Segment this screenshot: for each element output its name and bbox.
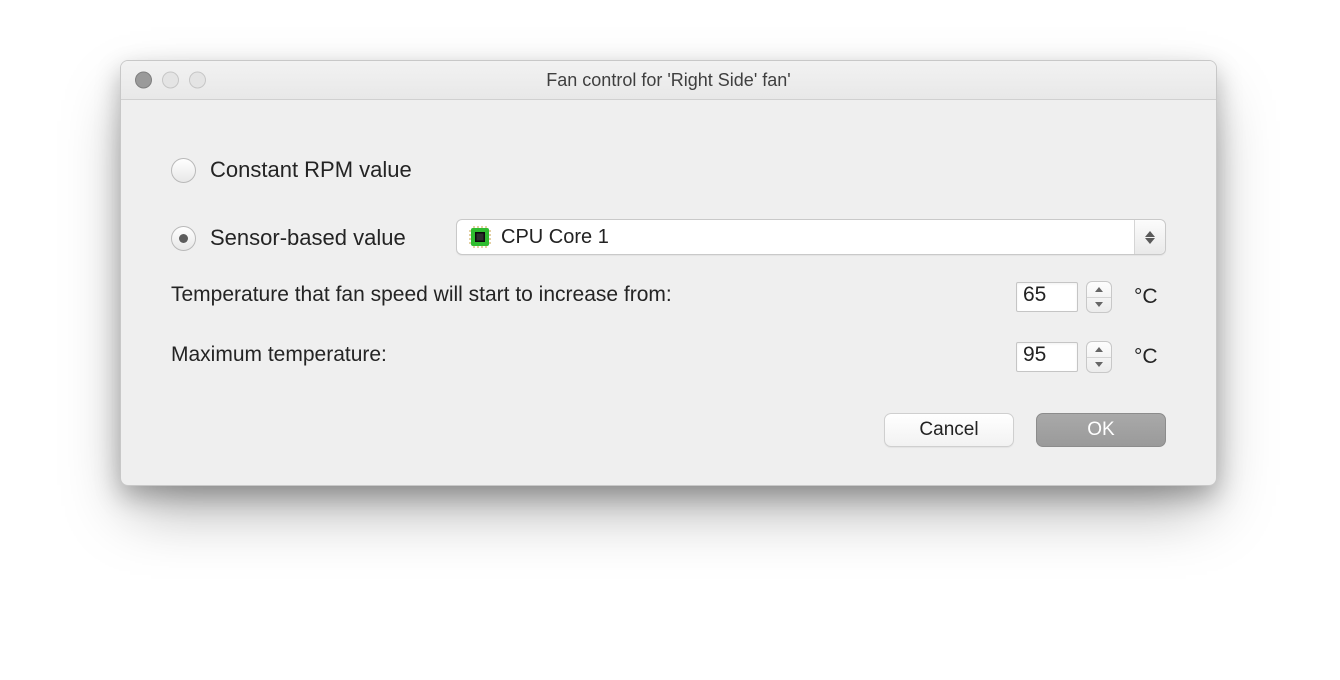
max-temp-input[interactable]: 95	[1016, 342, 1078, 372]
minimize-window-button[interactable]	[162, 72, 179, 89]
sensor-select[interactable]: CPU Core 1	[456, 219, 1166, 255]
sensor-based-label: Sensor-based value	[210, 225, 406, 251]
traffic-lights	[135, 72, 206, 89]
stepper-up-icon[interactable]	[1087, 282, 1111, 297]
cpu-chip-icon	[469, 226, 491, 248]
max-temp-stepper[interactable]	[1086, 341, 1112, 373]
start-temp-unit: °C	[1134, 285, 1166, 309]
constant-rpm-label: Constant RPM value	[210, 157, 412, 183]
radio-sensor[interactable]	[171, 226, 196, 251]
radio-constant[interactable]	[171, 158, 196, 183]
zoom-window-button[interactable]	[189, 72, 206, 89]
stepper-down-icon[interactable]	[1087, 298, 1111, 313]
window-title: Fan control for 'Right Side' fan'	[546, 70, 790, 91]
close-window-button[interactable]	[135, 72, 152, 89]
ok-button[interactable]: OK	[1036, 413, 1166, 447]
sensor-based-option[interactable]: Sensor-based value	[171, 223, 1166, 253]
select-arrows-icon	[1134, 220, 1165, 254]
sensor-select-value: CPU Core 1	[501, 226, 609, 249]
max-temp-row: Maximum temperature: 95 °C	[171, 341, 1166, 373]
max-temp-label: Maximum temperature:	[171, 341, 387, 369]
titlebar: Fan control for 'Right Side' fan'	[121, 61, 1216, 100]
start-temp-label: Temperature that fan speed will start to…	[171, 281, 672, 309]
max-temp-unit: °C	[1134, 345, 1166, 369]
dialog-window: Fan control for 'Right Side' fan' Consta…	[120, 60, 1217, 486]
cancel-button[interactable]: Cancel	[884, 413, 1014, 447]
start-temp-row: Temperature that fan speed will start to…	[171, 281, 1166, 313]
stepper-down-icon[interactable]	[1087, 358, 1111, 373]
constant-rpm-option[interactable]: Constant RPM value	[171, 155, 1166, 185]
start-temp-stepper[interactable]	[1086, 281, 1112, 313]
stepper-up-icon[interactable]	[1087, 342, 1111, 357]
start-temp-input[interactable]: 65	[1016, 282, 1078, 312]
